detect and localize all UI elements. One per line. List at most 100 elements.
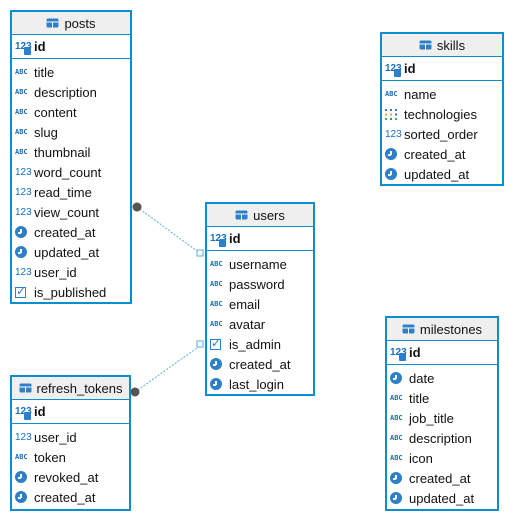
- clock-icon: [210, 358, 226, 371]
- column-row[interactable]: created_at: [12, 487, 129, 507]
- table-users[interactable]: users 123 id ABC username ABC password ABC email…: [205, 202, 315, 396]
- column-name: job_title: [409, 410, 454, 426]
- column-name: word_count: [34, 164, 102, 180]
- column-name: updated_at: [409, 490, 475, 506]
- link-refresh-tokens-users[interactable]: [134, 344, 202, 393]
- link-posts-users-source-dot: [132, 202, 142, 212]
- column-row[interactable]: updated_at: [382, 164, 502, 184]
- er-diagram-canvas: posts 123 id ABC title ABC description ABC conte…: [0, 0, 514, 520]
- column-row[interactable]: created_at: [12, 222, 130, 242]
- column-row[interactable]: ABC title: [12, 62, 130, 82]
- column-name: user_id: [34, 429, 77, 445]
- column-row[interactable]: technologies: [382, 104, 502, 124]
- table-icon: [235, 210, 248, 220]
- number-icon: 123: [15, 166, 32, 178]
- column-name: name: [404, 86, 437, 102]
- column-row[interactable]: updated_at: [387, 488, 497, 508]
- primary-key-row[interactable]: 123 id: [207, 227, 313, 251]
- column-name: id: [34, 404, 46, 419]
- column-name: created_at: [409, 470, 471, 486]
- column-row[interactable]: 123 read_time: [12, 182, 130, 202]
- column-row[interactable]: ABC description: [12, 82, 130, 102]
- column-row[interactable]: 123 word_count: [12, 162, 130, 182]
- table-skills[interactable]: skills 123 id ABC name technologies 123 sorted_…: [380, 32, 504, 186]
- clock-icon: [210, 378, 226, 391]
- column-name: updated_at: [34, 244, 100, 260]
- column-name: is_published: [34, 284, 107, 300]
- clock-icon: [15, 471, 31, 484]
- table-name: users: [253, 207, 285, 223]
- column-row[interactable]: ABC username: [207, 254, 313, 274]
- table-header[interactable]: users: [207, 204, 313, 227]
- primary-key-icon: 123: [15, 406, 32, 420]
- table-refresh-tokens[interactable]: refresh_tokens 123 id 123 user_id ABC token rev…: [10, 375, 131, 511]
- column-row[interactable]: ABC password: [207, 274, 313, 294]
- column-row[interactable]: ABC avatar: [207, 314, 313, 334]
- column-list: ABC username ABC password ABC email ABC avatar i…: [207, 251, 313, 394]
- table-header[interactable]: posts: [12, 12, 130, 35]
- column-row[interactable]: ABC name: [382, 84, 502, 104]
- table-name: skills: [436, 37, 466, 53]
- column-row[interactable]: date: [387, 368, 497, 388]
- array-icon: [385, 108, 401, 121]
- text-icon: ABC: [210, 260, 223, 268]
- column-row[interactable]: 123 user_id: [12, 262, 130, 282]
- column-row[interactable]: ABC token: [12, 447, 129, 467]
- column-name: created_at: [229, 356, 291, 372]
- primary-key-row[interactable]: 123 id: [387, 341, 497, 365]
- table-header[interactable]: refresh_tokens: [12, 377, 129, 400]
- link-posts-users[interactable]: [136, 206, 202, 255]
- table-posts[interactable]: posts 123 id ABC title ABC description ABC conte…: [10, 10, 132, 304]
- column-name: is_admin: [229, 336, 282, 352]
- column-row[interactable]: created_at: [387, 468, 497, 488]
- column-row[interactable]: is_admin: [207, 334, 313, 354]
- column-name: thumbnail: [34, 144, 91, 160]
- column-row[interactable]: 123 sorted_order: [382, 124, 502, 144]
- checkbox-icon: [210, 336, 226, 351]
- text-icon: ABC: [390, 434, 403, 442]
- column-row[interactable]: last_login: [207, 374, 313, 394]
- column-name: updated_at: [404, 166, 470, 182]
- column-row[interactable]: is_published: [12, 282, 130, 302]
- column-name: username: [229, 256, 287, 272]
- column-name: created_at: [404, 146, 466, 162]
- column-row[interactable]: ABC description: [387, 428, 497, 448]
- column-list: ABC name technologies 123 sorted_order create…: [382, 81, 502, 184]
- table-icon: [419, 40, 432, 50]
- primary-key-row[interactable]: 123 id: [12, 400, 129, 424]
- column-name: title: [34, 64, 55, 80]
- clock-icon: [385, 168, 401, 181]
- column-row[interactable]: ABC title: [387, 388, 497, 408]
- column-name: avatar: [229, 316, 266, 332]
- table-header[interactable]: skills: [382, 34, 502, 57]
- table-milestones[interactable]: milestones 123 id date ABC title ABC job_title A…: [385, 316, 499, 511]
- column-row[interactable]: created_at: [382, 144, 502, 164]
- column-row[interactable]: updated_at: [12, 242, 130, 262]
- text-icon: ABC: [15, 148, 28, 156]
- column-row[interactable]: ABC slug: [12, 122, 130, 142]
- number-icon: 123: [385, 128, 402, 140]
- column-list: ABC title ABC description ABC content ABC slug A…: [12, 59, 130, 302]
- text-icon: ABC: [210, 280, 223, 288]
- primary-key-row[interactable]: 123 id: [12, 35, 130, 59]
- column-row[interactable]: 123 user_id: [12, 427, 129, 447]
- column-row[interactable]: ABC content: [12, 102, 130, 122]
- clock-icon: [15, 246, 31, 259]
- column-row[interactable]: ABC email: [207, 294, 313, 314]
- column-name: user_id: [34, 264, 77, 280]
- table-header[interactable]: milestones: [387, 318, 497, 341]
- column-name: view_count: [34, 204, 100, 220]
- link-refresh-tokens-users-target-marker: [196, 340, 204, 348]
- clock-icon: [385, 148, 401, 161]
- clock-icon: [390, 492, 406, 505]
- column-row[interactable]: ABC thumbnail: [12, 142, 130, 162]
- column-row[interactable]: ABC job_title: [387, 408, 497, 428]
- primary-key-row[interactable]: 123 id: [382, 57, 502, 81]
- column-row[interactable]: ABC icon: [387, 448, 497, 468]
- column-name: sorted_order: [404, 126, 478, 142]
- column-name: icon: [409, 450, 433, 466]
- column-row[interactable]: created_at: [207, 354, 313, 374]
- column-row[interactable]: revoked_at: [12, 467, 129, 487]
- column-row[interactable]: 123 view_count: [12, 202, 130, 222]
- text-icon: ABC: [210, 300, 223, 308]
